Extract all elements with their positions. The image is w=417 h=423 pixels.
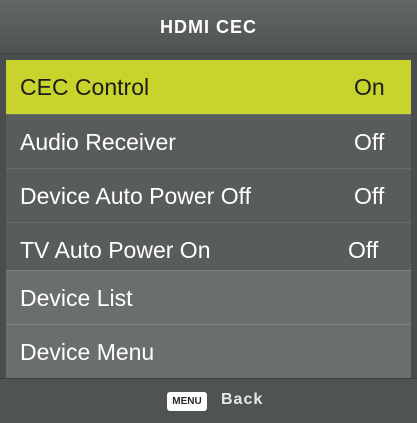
menu-item-device-auto-power-off[interactable]: Device Auto Power Off Off — [6, 168, 411, 222]
menu-item-value: Off — [354, 129, 385, 155]
hdmi-cec-menu: HDMI CEC CEC Control On Audio Receiver O… — [0, 0, 417, 423]
back-hint-label: Back — [221, 391, 264, 408]
menu-item-label: Device Auto Power Off — [20, 183, 251, 209]
menu-item-label: CEC Control — [20, 74, 150, 100]
menu-item-value: On — [354, 74, 385, 100]
menu-item-value: Off — [354, 183, 385, 209]
menu-item-device-list[interactable]: Device List — [6, 270, 411, 324]
menu-item-cec-control[interactable]: CEC Control On — [6, 60, 411, 114]
menu-title: HDMI CEC — [160, 17, 257, 37]
menu-item-label: Device Menu — [20, 339, 155, 365]
menu-item-tv-auto-power-on[interactable]: TV Auto Power On Off — [6, 222, 411, 276]
menu-item-audio-receiver[interactable]: Audio Receiver Off — [6, 114, 411, 168]
menu-item-label: Device List — [20, 285, 133, 311]
menu-item-value: Off — [348, 237, 379, 263]
menu-item-label: TV Auto Power On — [20, 237, 211, 263]
menu-item-device-menu[interactable]: Device Menu — [6, 324, 411, 378]
menu-footer: MENU Back — [0, 378, 417, 423]
menu-header: HDMI CEC — [0, 0, 417, 54]
menu-key-icon: MENU — [167, 392, 207, 411]
menu-item-label: Audio Receiver — [20, 129, 176, 155]
